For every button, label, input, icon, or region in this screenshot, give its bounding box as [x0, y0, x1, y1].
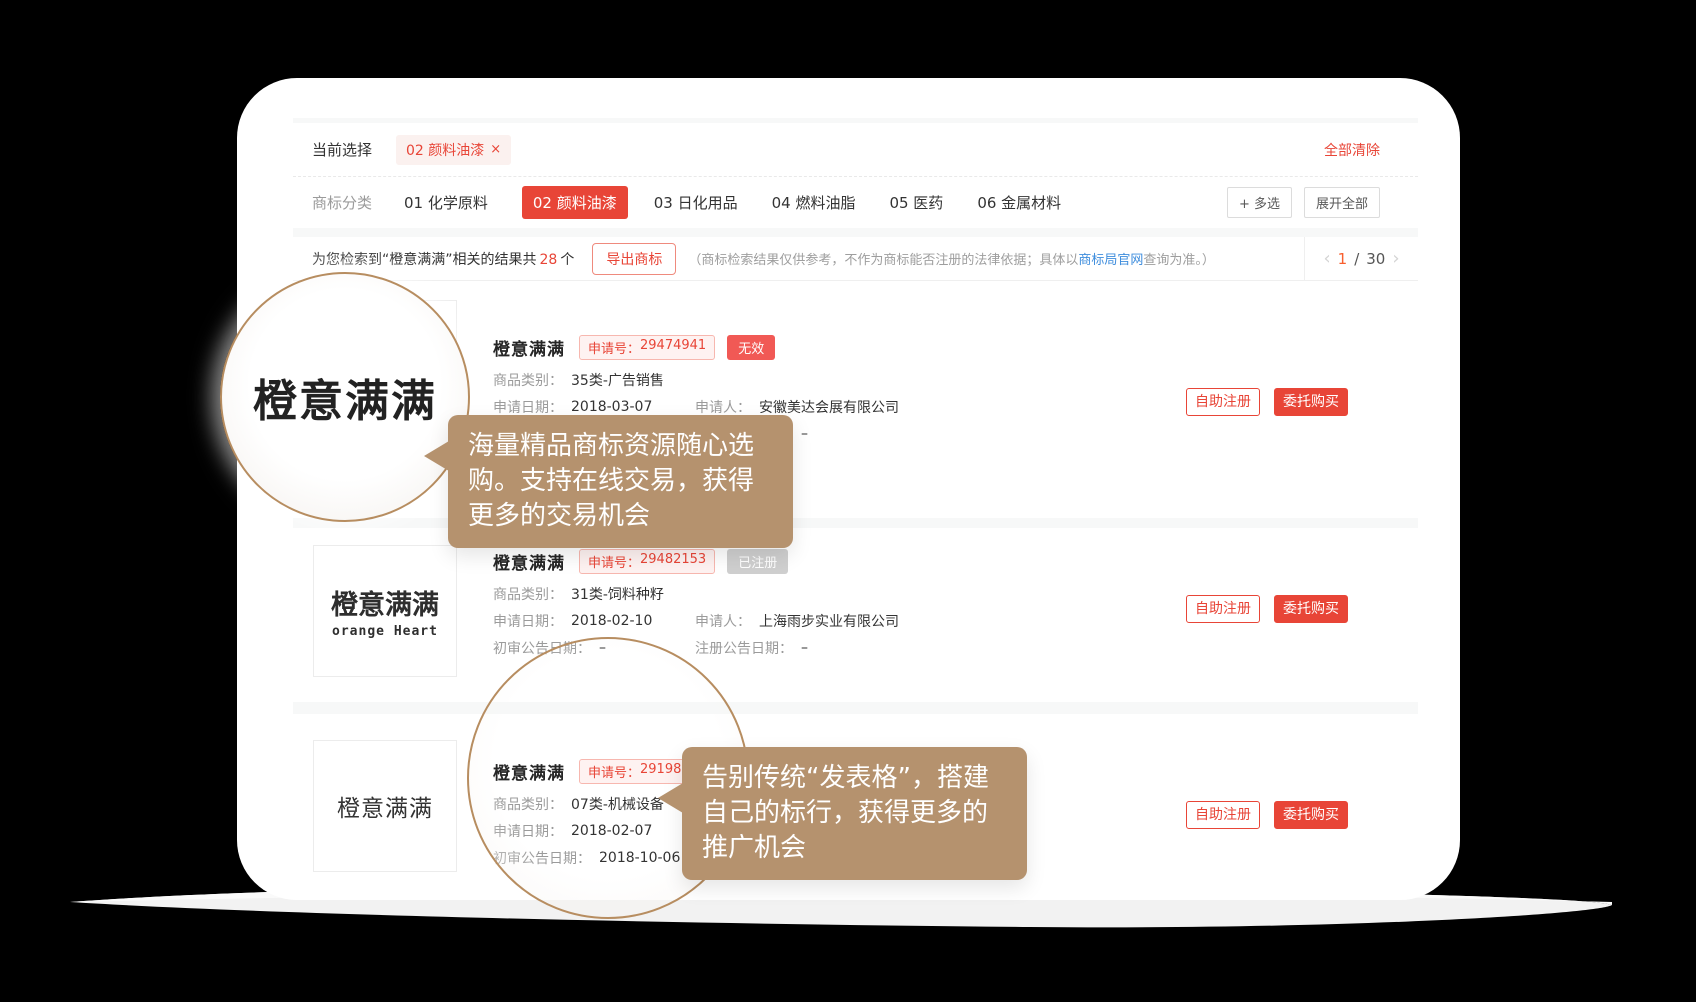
trademark-image-text: 橙意满满 [331, 583, 439, 622]
field-label: 申请日期： [493, 397, 563, 417]
next-page-icon[interactable]: › [1392, 250, 1399, 268]
magnified-trademark-text: 橙意满满 [253, 365, 437, 429]
field-value: – [801, 426, 808, 442]
results-summary: 为您检索到“橙意满满”相关的结果共28个 [312, 249, 574, 269]
results-summary-suffix: 个 [560, 252, 574, 268]
total-pages: 30 [1366, 250, 1385, 268]
results-summary-prefix: 为您检索到“橙意满满”相关的结果共 [312, 252, 537, 268]
row-actions: 自助注册 委托购买 [1186, 595, 1348, 623]
field-value: 安徽美达会展有限公司 [759, 397, 899, 417]
category-tools: + 多选 展开全部 [1227, 187, 1380, 218]
results-header: 为您检索到“橙意满满”相关的结果共28个 导出商标 （商标检索结果仅供参考，不作… [293, 237, 1418, 281]
application-number-label: 申请号： [588, 552, 640, 571]
entrust-purchase-button[interactable]: 委托购买 [1274, 801, 1348, 829]
category-item-05[interactable]: 05 医药 [889, 192, 943, 213]
self-register-button[interactable]: 自助注册 [1186, 801, 1260, 829]
status-badge: 无效 [727, 335, 775, 360]
selected-filter-tag[interactable]: 02 颜料油漆 × [396, 135, 511, 165]
row-actions: 自助注册 委托购买 [1186, 801, 1348, 829]
multi-select-button[interactable]: + 多选 [1227, 187, 1292, 218]
field-value: – [801, 640, 808, 656]
callout-trade-resources: 海量精品商标资源随心选购。支持在线交易，获得更多的交易机会 [448, 415, 793, 548]
callout-promotion: 告别传统“发表格”，搭建自己的标行，获得更多的推广机会 [682, 747, 1027, 880]
category-item-02-selected[interactable]: 02 颜料油漆 [522, 186, 628, 219]
trademark-image: 橙意满满 [313, 740, 457, 872]
category-item-03[interactable]: 03 日化用品 [654, 192, 738, 213]
category-item-04[interactable]: 04 燃料油脂 [772, 192, 856, 213]
category-label: 商标分类 [312, 192, 372, 213]
field-label: 申请人： [695, 611, 751, 631]
application-number-value: 29482153 [640, 552, 706, 571]
export-trademark-button[interactable]: 导出商标 [592, 243, 676, 275]
trademark-name: 橙意满满 [493, 335, 565, 360]
self-register-button[interactable]: 自助注册 [1186, 595, 1260, 623]
field-label: 商品类别： [493, 584, 563, 604]
trademark-image-subtext: orange Heart [332, 624, 438, 639]
page-separator: / [1354, 250, 1359, 268]
trademark-office-link[interactable]: 商标局官网 [1078, 253, 1143, 268]
table-row: 橙意满满 orange Heart 橙意满满 申请号：29482153 已注册 … [293, 528, 1418, 702]
clear-all-button[interactable]: 全部清除 [1324, 140, 1380, 160]
trademark-image-text: 橙意满满 [337, 789, 433, 823]
current-selection-row: 当前选择 02 颜料油漆 × 全部清除 [293, 123, 1418, 177]
application-number-label: 申请号： [588, 338, 640, 357]
current-page: 1 [1338, 250, 1348, 268]
field-label: 商品类别： [493, 370, 563, 390]
field-value: 31类-饲料种籽 [571, 584, 664, 604]
entrust-purchase-button[interactable]: 委托购买 [1274, 595, 1348, 623]
category-item-01[interactable]: 01 化学原料 [404, 192, 488, 213]
entrust-purchase-button[interactable]: 委托购买 [1274, 388, 1348, 416]
expand-all-button[interactable]: 展开全部 [1304, 187, 1380, 218]
disclaimer-text: （商标检索结果仅供参考，不作为商标能否注册的法律依据；具体以 [688, 253, 1078, 268]
row-actions: 自助注册 委托购买 [1186, 388, 1348, 416]
field-label: 注册公告日期： [695, 638, 793, 658]
field-label: 申请人： [695, 397, 751, 417]
trademark-image: 橙意满满 orange Heart [313, 545, 457, 677]
application-number-tag: 申请号：29482153 [579, 549, 715, 574]
results-disclaimer: （商标检索结果仅供参考，不作为商标能否注册的法律依据；具体以商标局官网查询为准。… [688, 249, 1215, 268]
field-label: 申请日期： [493, 611, 563, 631]
pagination: ‹ 1 / 30 › [1304, 237, 1418, 280]
filter-panel: 当前选择 02 颜料油漆 × 全部清除 商标分类 01 化学原料 02 颜料油漆… [293, 123, 1418, 228]
field-value: 2018-03-07 [571, 399, 652, 415]
selected-filter-tag-label: 02 颜料油漆 [406, 140, 484, 160]
field-value: 2018-02-10 [571, 613, 652, 629]
application-number-tag: 申请号：29474941 [579, 335, 715, 360]
results-count: 28 [540, 252, 558, 268]
field-value: 35类-广告销售 [571, 370, 664, 390]
magnifier-lens-top: 橙意满满 [220, 272, 470, 522]
application-number-value: 29474941 [640, 338, 706, 357]
self-register-button[interactable]: 自助注册 [1186, 388, 1260, 416]
category-item-06[interactable]: 06 金属材料 [977, 192, 1061, 213]
status-badge: 已注册 [727, 549, 788, 574]
tag-close-icon[interactable]: × [490, 142, 501, 157]
trademark-name: 橙意满满 [493, 549, 565, 574]
category-row: 商标分类 01 化学原料 02 颜料油漆 03 日化用品 04 燃料油脂 05 … [293, 177, 1418, 228]
disclaimer-text-end: 查询为准。） [1143, 253, 1215, 268]
field-value: 上海雨步实业有限公司 [759, 611, 899, 631]
current-selection-label: 当前选择 [312, 139, 372, 160]
prev-page-icon[interactable]: ‹ [1323, 250, 1330, 268]
